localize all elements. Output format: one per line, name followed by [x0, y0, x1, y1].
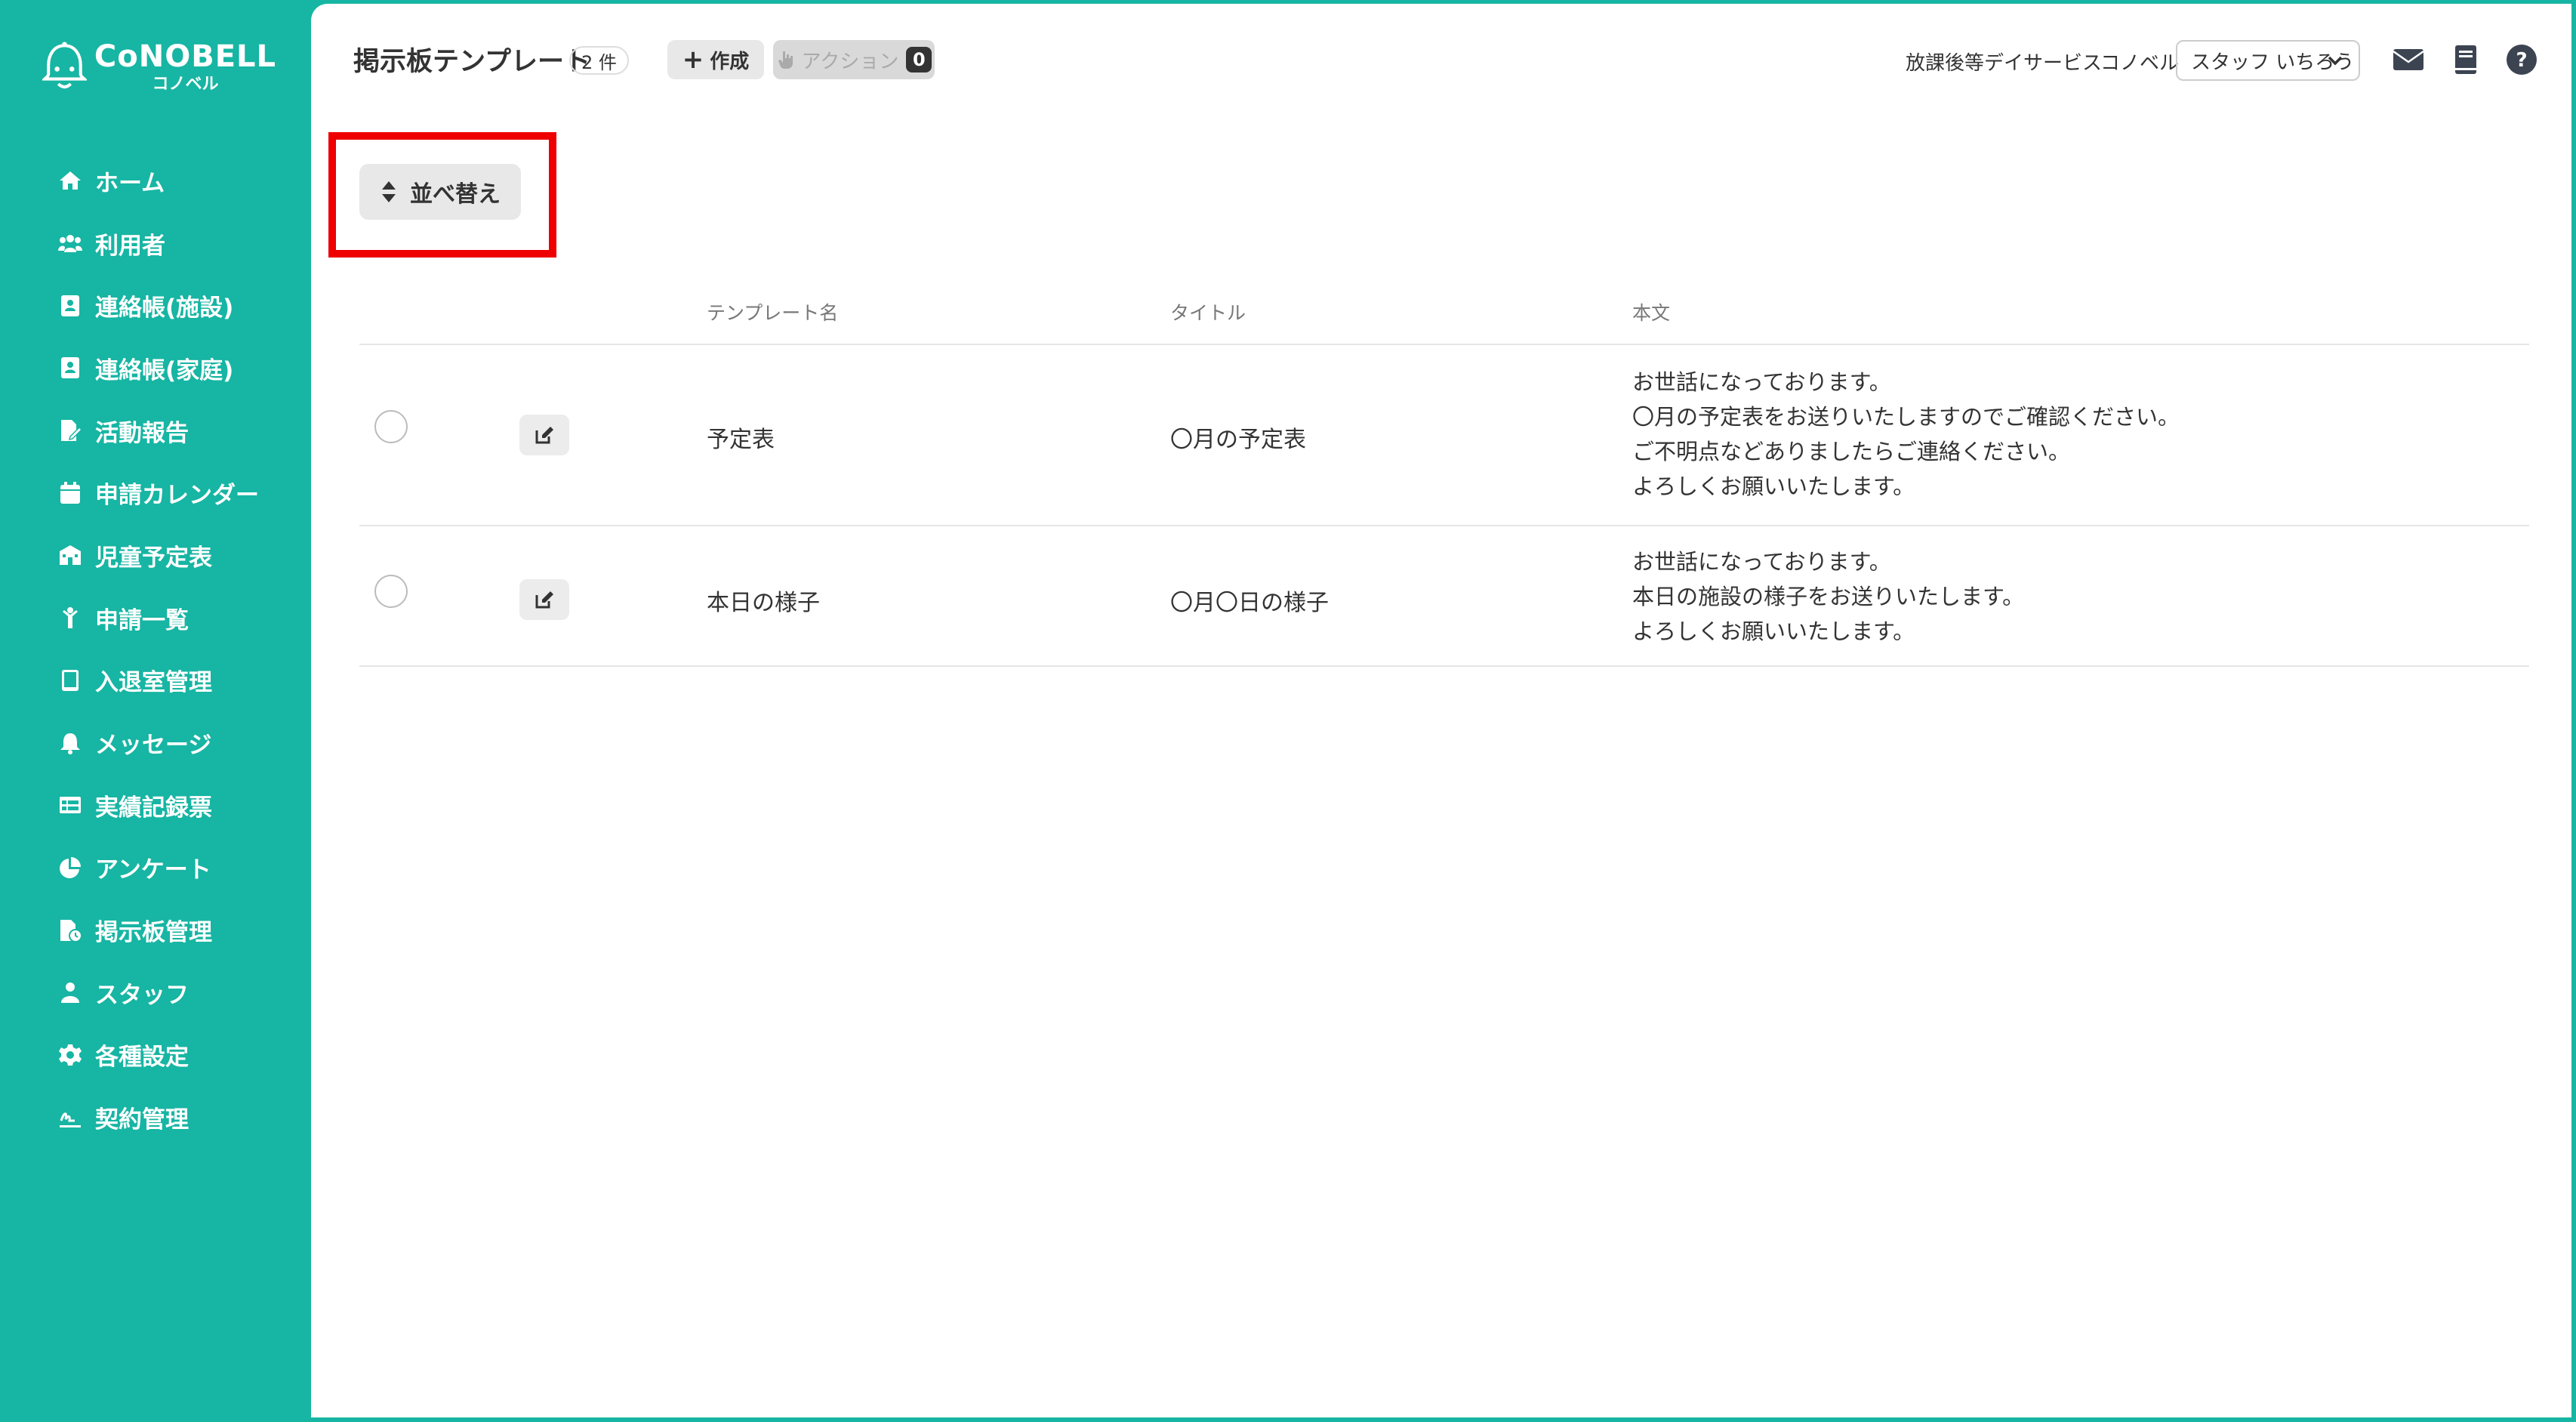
help-icon[interactable]: ?	[2505, 43, 2538, 76]
org-name: コノベル	[2100, 52, 2180, 75]
sidebar-item-label: アンケート	[95, 856, 211, 884]
sidebar-nav: ホーム 利用者 連絡帳(施設) 連絡帳(家庭) 活動報告 申請カレンダー 児童予…	[0, 150, 311, 1149]
sidebar: CoNOBELL コノベル ホーム 利用者 連絡帳(施設) 連絡帳(家庭) 活動…	[0, 0, 311, 1422]
sidebar-item-settings[interactable]: 各種設定	[0, 1024, 311, 1087]
table-row[interactable]: 本日の様子 〇月〇日の様子 お世話になっております。 本日の施設の様子をお送りい…	[359, 526, 2529, 667]
sidebar-item-request-calendar[interactable]: 申請カレンダー	[0, 461, 311, 524]
count-badge: 2 件	[569, 46, 629, 75]
chevron-down-icon	[2328, 56, 2343, 66]
plus-icon: +	[682, 45, 704, 75]
users-icon	[57, 230, 83, 256]
file-clock-icon	[57, 918, 83, 943]
sidebar-item-attendance[interactable]: 入退室管理	[0, 649, 311, 712]
contact-book-icon	[57, 355, 83, 381]
sidebar-item-home[interactable]: ホーム	[0, 150, 311, 212]
sidebar-item-messages[interactable]: メッセージ	[0, 711, 311, 774]
calendar-icon	[57, 480, 83, 506]
bell-icon	[57, 730, 83, 756]
staff-select[interactable]: スタッフ いちろう	[2176, 40, 2360, 81]
edit-button[interactable]	[519, 415, 569, 455]
page-title: 掲示板テンプレート	[353, 47, 590, 77]
sort-label: 並べ替え	[410, 181, 501, 208]
signature-icon	[57, 1105, 83, 1131]
sidebar-item-label: 入退室管理	[95, 669, 212, 697]
template-title: 〇月の予定表	[1170, 427, 1306, 453]
sort-icon	[382, 181, 396, 202]
sidebar-item-performance-records[interactable]: 実績記録票	[0, 774, 311, 837]
sidebar-item-label: 活動報告	[95, 419, 189, 447]
edit-icon	[535, 427, 553, 444]
column-header-name: テンプレート名	[707, 302, 839, 324]
create-button[interactable]: + 作成	[667, 40, 764, 79]
template-body: お世話になっております。 〇月の予定表をお送りいたしますのでご確認ください。 ご…	[1632, 369, 2180, 499]
svg-text:?: ?	[2516, 49, 2527, 72]
sidebar-item-child-schedule[interactable]: 児童予定表	[0, 524, 311, 587]
template-title: 〇月〇日の様子	[1170, 590, 1329, 616]
template-name: 本日の様子	[707, 590, 820, 616]
template-body: お世話になっております。 本日の施設の様子をお送りいたします。 よろしくお願いい…	[1632, 549, 2025, 644]
sidebar-item-label: 契約管理	[95, 1106, 189, 1134]
child-icon	[57, 605, 83, 631]
sidebar-item-contract[interactable]: 契約管理	[0, 1086, 311, 1149]
sidebar-item-label: スタッフ	[95, 981, 189, 1009]
table-row[interactable]: 予定表 〇月の予定表 お世話になっております。 〇月の予定表をお送りいたしますの…	[359, 345, 2529, 526]
action-count-badge: 0	[906, 47, 932, 72]
sidebar-item-label: 掲示板管理	[95, 919, 212, 947]
template-name: 予定表	[707, 427, 775, 453]
sidebar-item-label: 各種設定	[95, 1044, 189, 1072]
brand-sub: コノベル	[152, 75, 219, 94]
sort-button[interactable]: 並べ替え	[359, 164, 521, 220]
action-button[interactable]: アクション 0	[773, 40, 935, 79]
sidebar-item-label: 児童予定表	[95, 544, 212, 572]
sidebar-item-label: ホーム	[95, 169, 165, 197]
create-label: 作成	[710, 50, 750, 73]
row-checkbox[interactable]	[374, 575, 408, 608]
sidebar-item-label: 利用者	[95, 232, 165, 260]
sidebar-item-survey[interactable]: アンケート	[0, 837, 311, 899]
sidebar-item-contact-home[interactable]: 連絡帳(家庭)	[0, 337, 311, 399]
facility-name: 放課後等デイサービス	[1906, 52, 2103, 75]
header: 掲示板テンプレート 2 件 + 作成 アクション 0 放課後等デイサービス コノ…	[311, 4, 2571, 117]
sidebar-item-label: 連絡帳(施設)	[95, 295, 234, 322]
edit-icon	[535, 591, 553, 609]
row-checkbox[interactable]	[374, 410, 408, 443]
sidebar-item-activity-report[interactable]: 活動報告	[0, 399, 311, 462]
home-icon	[57, 168, 83, 193]
table-icon	[57, 792, 83, 818]
hand-pointer-icon	[778, 51, 793, 69]
column-header-title: タイトル	[1170, 302, 1246, 324]
sidebar-item-bulletin[interactable]: 掲示板管理	[0, 899, 311, 961]
main-panel: 掲示板テンプレート 2 件 + 作成 アクション 0 放課後等デイサービス コノ…	[311, 4, 2571, 1417]
sidebar-item-label: 連絡帳(家庭)	[95, 356, 234, 384]
brand-name: CoNOBELL	[94, 39, 276, 74]
table-header: テンプレート名 タイトル 本文	[359, 283, 2529, 345]
sidebar-item-label: 実績記録票	[95, 794, 212, 822]
pie-chart-icon	[57, 855, 83, 881]
tablet-icon	[57, 668, 83, 693]
sidebar-item-contact-facility[interactable]: 連絡帳(施設)	[0, 274, 311, 337]
mail-icon[interactable]	[2392, 43, 2425, 76]
sidebar-item-users[interactable]: 利用者	[0, 212, 311, 275]
bell-logo-icon	[42, 42, 87, 89]
school-icon	[57, 542, 83, 568]
sidebar-item-staff[interactable]: スタッフ	[0, 961, 311, 1024]
edit-button[interactable]	[519, 579, 569, 620]
gear-icon	[57, 1042, 83, 1068]
contact-book-icon	[57, 293, 83, 319]
book-icon[interactable]	[2449, 43, 2482, 76]
sidebar-item-label: 申請一覧	[95, 606, 189, 634]
column-header-body: 本文	[1632, 302, 1671, 324]
sidebar-item-request-list[interactable]: 申請一覧	[0, 587, 311, 649]
sidebar-item-label: メッセージ	[95, 732, 212, 760]
sidebar-item-label: 申請カレンダー	[95, 482, 259, 510]
staff-icon	[57, 979, 83, 1005]
template-table: テンプレート名 タイトル 本文 予定表 〇月の予定表 お世話になっております。 …	[359, 283, 2529, 667]
file-edit-icon	[57, 418, 83, 443]
brand-logo[interactable]: CoNOBELL コノベル	[42, 33, 276, 101]
action-label: アクション	[801, 50, 899, 73]
